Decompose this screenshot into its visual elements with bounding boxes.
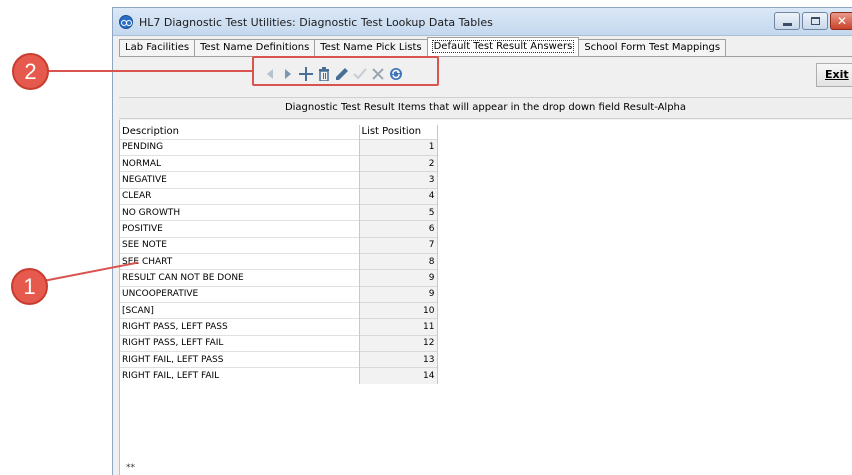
cell-description[interactable]: PENDING (120, 138, 360, 156)
tab-default-test-result-answers[interactable]: Default Test Result Answers (426, 37, 580, 57)
next-icon (285, 69, 291, 79)
callout-badge-1: 1 (11, 268, 48, 305)
cell-description[interactable]: SEE CHART (120, 252, 360, 270)
insert-icon (299, 67, 313, 81)
table-row[interactable]: RIGHT PASS, LEFT FAIL 12 (120, 334, 438, 352)
cell-description[interactable]: NORMAL (120, 154, 360, 172)
refresh-icon (390, 68, 402, 80)
cell-list-position[interactable]: 13 (359, 350, 438, 368)
table-row[interactable]: RIGHT FAIL, LEFT PASS 13 (120, 350, 438, 368)
table-row[interactable]: NORMAL 2 (120, 154, 438, 172)
column-header-list-position[interactable]: List Position (359, 125, 438, 139)
cell-list-position[interactable]: 1 (359, 138, 438, 156)
cell-list-position[interactable]: 3 (359, 171, 438, 189)
cell-description[interactable]: RIGHT PASS, LEFT PASS (120, 318, 360, 336)
table-row[interactable]: SEE NOTE 7 (120, 236, 438, 254)
close-icon: ✕ (837, 14, 848, 28)
cancel-edit-button[interactable] (369, 63, 387, 85)
table-row[interactable]: RIGHT FAIL, LEFT FAIL 14 (120, 367, 438, 385)
cell-list-position[interactable]: 11 (359, 318, 438, 336)
table-row[interactable]: RESULT CAN NOT BE DONE 9 (120, 269, 438, 287)
maximize-button[interactable] (802, 12, 828, 30)
toolbar: Exit (119, 60, 852, 90)
cell-list-position[interactable]: 9 (359, 269, 438, 287)
cell-description[interactable]: POSITIVE (120, 220, 360, 238)
grid-caption: Diagnostic Test Result Items that will a… (119, 97, 852, 119)
edit-icon (336, 68, 348, 80)
table-row[interactable]: SEE CHART 8 (120, 252, 438, 270)
result-answers-table: Description List Position PENDING 1 NORMAL… (120, 125, 438, 385)
cell-description[interactable]: NO GROWTH (120, 203, 360, 221)
cell-description[interactable]: RIGHT PASS, LEFT FAIL (120, 334, 360, 352)
record-navigator (261, 63, 405, 85)
tab-divider (119, 56, 852, 57)
refresh-button[interactable] (387, 63, 405, 85)
column-header-description[interactable]: Description (120, 125, 360, 139)
tab-lab-facilities[interactable]: Lab Facilities (119, 39, 196, 57)
exit-button-label: Exit (825, 68, 849, 81)
cell-list-position[interactable]: 2 (359, 154, 438, 172)
cell-description[interactable]: NEGATIVE (120, 171, 360, 189)
table-row[interactable]: RIGHT PASS, LEFT PASS 11 (120, 318, 438, 336)
table-row[interactable]: NEGATIVE 3 (120, 171, 438, 189)
cancel-icon (372, 68, 384, 80)
cell-list-position[interactable]: 9 (359, 285, 438, 303)
edit-record-button[interactable] (333, 63, 351, 85)
tab-school-form-test-mappings[interactable]: School Form Test Mappings (578, 39, 727, 57)
insert-record-button[interactable] (297, 63, 315, 85)
post-icon (353, 68, 367, 80)
cell-list-position[interactable]: 5 (359, 203, 438, 221)
cell-description[interactable]: RIGHT FAIL, LEFT FAIL (120, 367, 360, 385)
tab-test-name-definitions[interactable]: Test Name Definitions (194, 39, 316, 57)
callout-badge-2: 2 (12, 53, 49, 90)
title-bar: HL7 Diagnostic Test Utilities: Diagnosti… (113, 8, 852, 36)
minimize-button[interactable] (774, 12, 800, 30)
next-record-button[interactable] (279, 63, 297, 85)
cell-list-position[interactable]: 7 (359, 236, 438, 254)
exit-button[interactable]: Exit (816, 63, 852, 87)
table-row[interactable]: POSITIVE 6 (120, 220, 438, 238)
prior-icon (267, 69, 273, 79)
cell-list-position[interactable]: 10 (359, 301, 438, 319)
table-row[interactable]: UNCOOPERATIVE 9 (120, 285, 438, 303)
table-row[interactable]: PENDING 1 (120, 138, 438, 156)
cell-list-position[interactable]: 6 (359, 220, 438, 238)
delete-record-button[interactable] (315, 63, 333, 85)
tab-default-test-result-answers-label: Default Test Result Answers (431, 40, 575, 53)
app-logo-icon (119, 15, 133, 29)
cell-description[interactable]: CLEAR (120, 187, 360, 205)
result-answers-grid[interactable]: Description List Position PENDING 1 NORMAL… (119, 120, 852, 475)
cell-list-position[interactable]: 14 (359, 367, 438, 385)
close-button[interactable]: ✕ (830, 12, 852, 30)
cell-description[interactable]: [SCAN] (120, 301, 360, 319)
minimize-icon (783, 23, 792, 26)
cell-list-position[interactable]: 8 (359, 252, 438, 270)
cell-description[interactable]: RESULT CAN NOT BE DONE (120, 269, 360, 287)
tab-strip: Lab Facilities Test Name Definitions Tes… (119, 37, 727, 57)
prior-record-button[interactable] (261, 63, 279, 85)
tab-test-name-pick-lists[interactable]: Test Name Pick Lists (314, 39, 428, 57)
delete-icon (319, 67, 329, 81)
app-window: HL7 Diagnostic Test Utilities: Diagnosti… (112, 7, 852, 475)
record-indicator: ** (126, 463, 135, 473)
window-title: HL7 Diagnostic Test Utilities: Diagnosti… (139, 16, 493, 29)
cell-description[interactable]: SEE NOTE (120, 236, 360, 254)
post-record-button[interactable] (351, 63, 369, 85)
table-row[interactable]: NO GROWTH 5 (120, 203, 438, 221)
cell-description[interactable]: RIGHT FAIL, LEFT PASS (120, 350, 360, 368)
cell-description[interactable]: UNCOOPERATIVE (120, 285, 360, 303)
cell-list-position[interactable]: 4 (359, 187, 438, 205)
cell-list-position[interactable]: 12 (359, 334, 438, 352)
table-row[interactable]: [SCAN] 10 (120, 301, 438, 319)
maximize-icon (811, 17, 820, 25)
table-row[interactable]: CLEAR 4 (120, 187, 438, 205)
